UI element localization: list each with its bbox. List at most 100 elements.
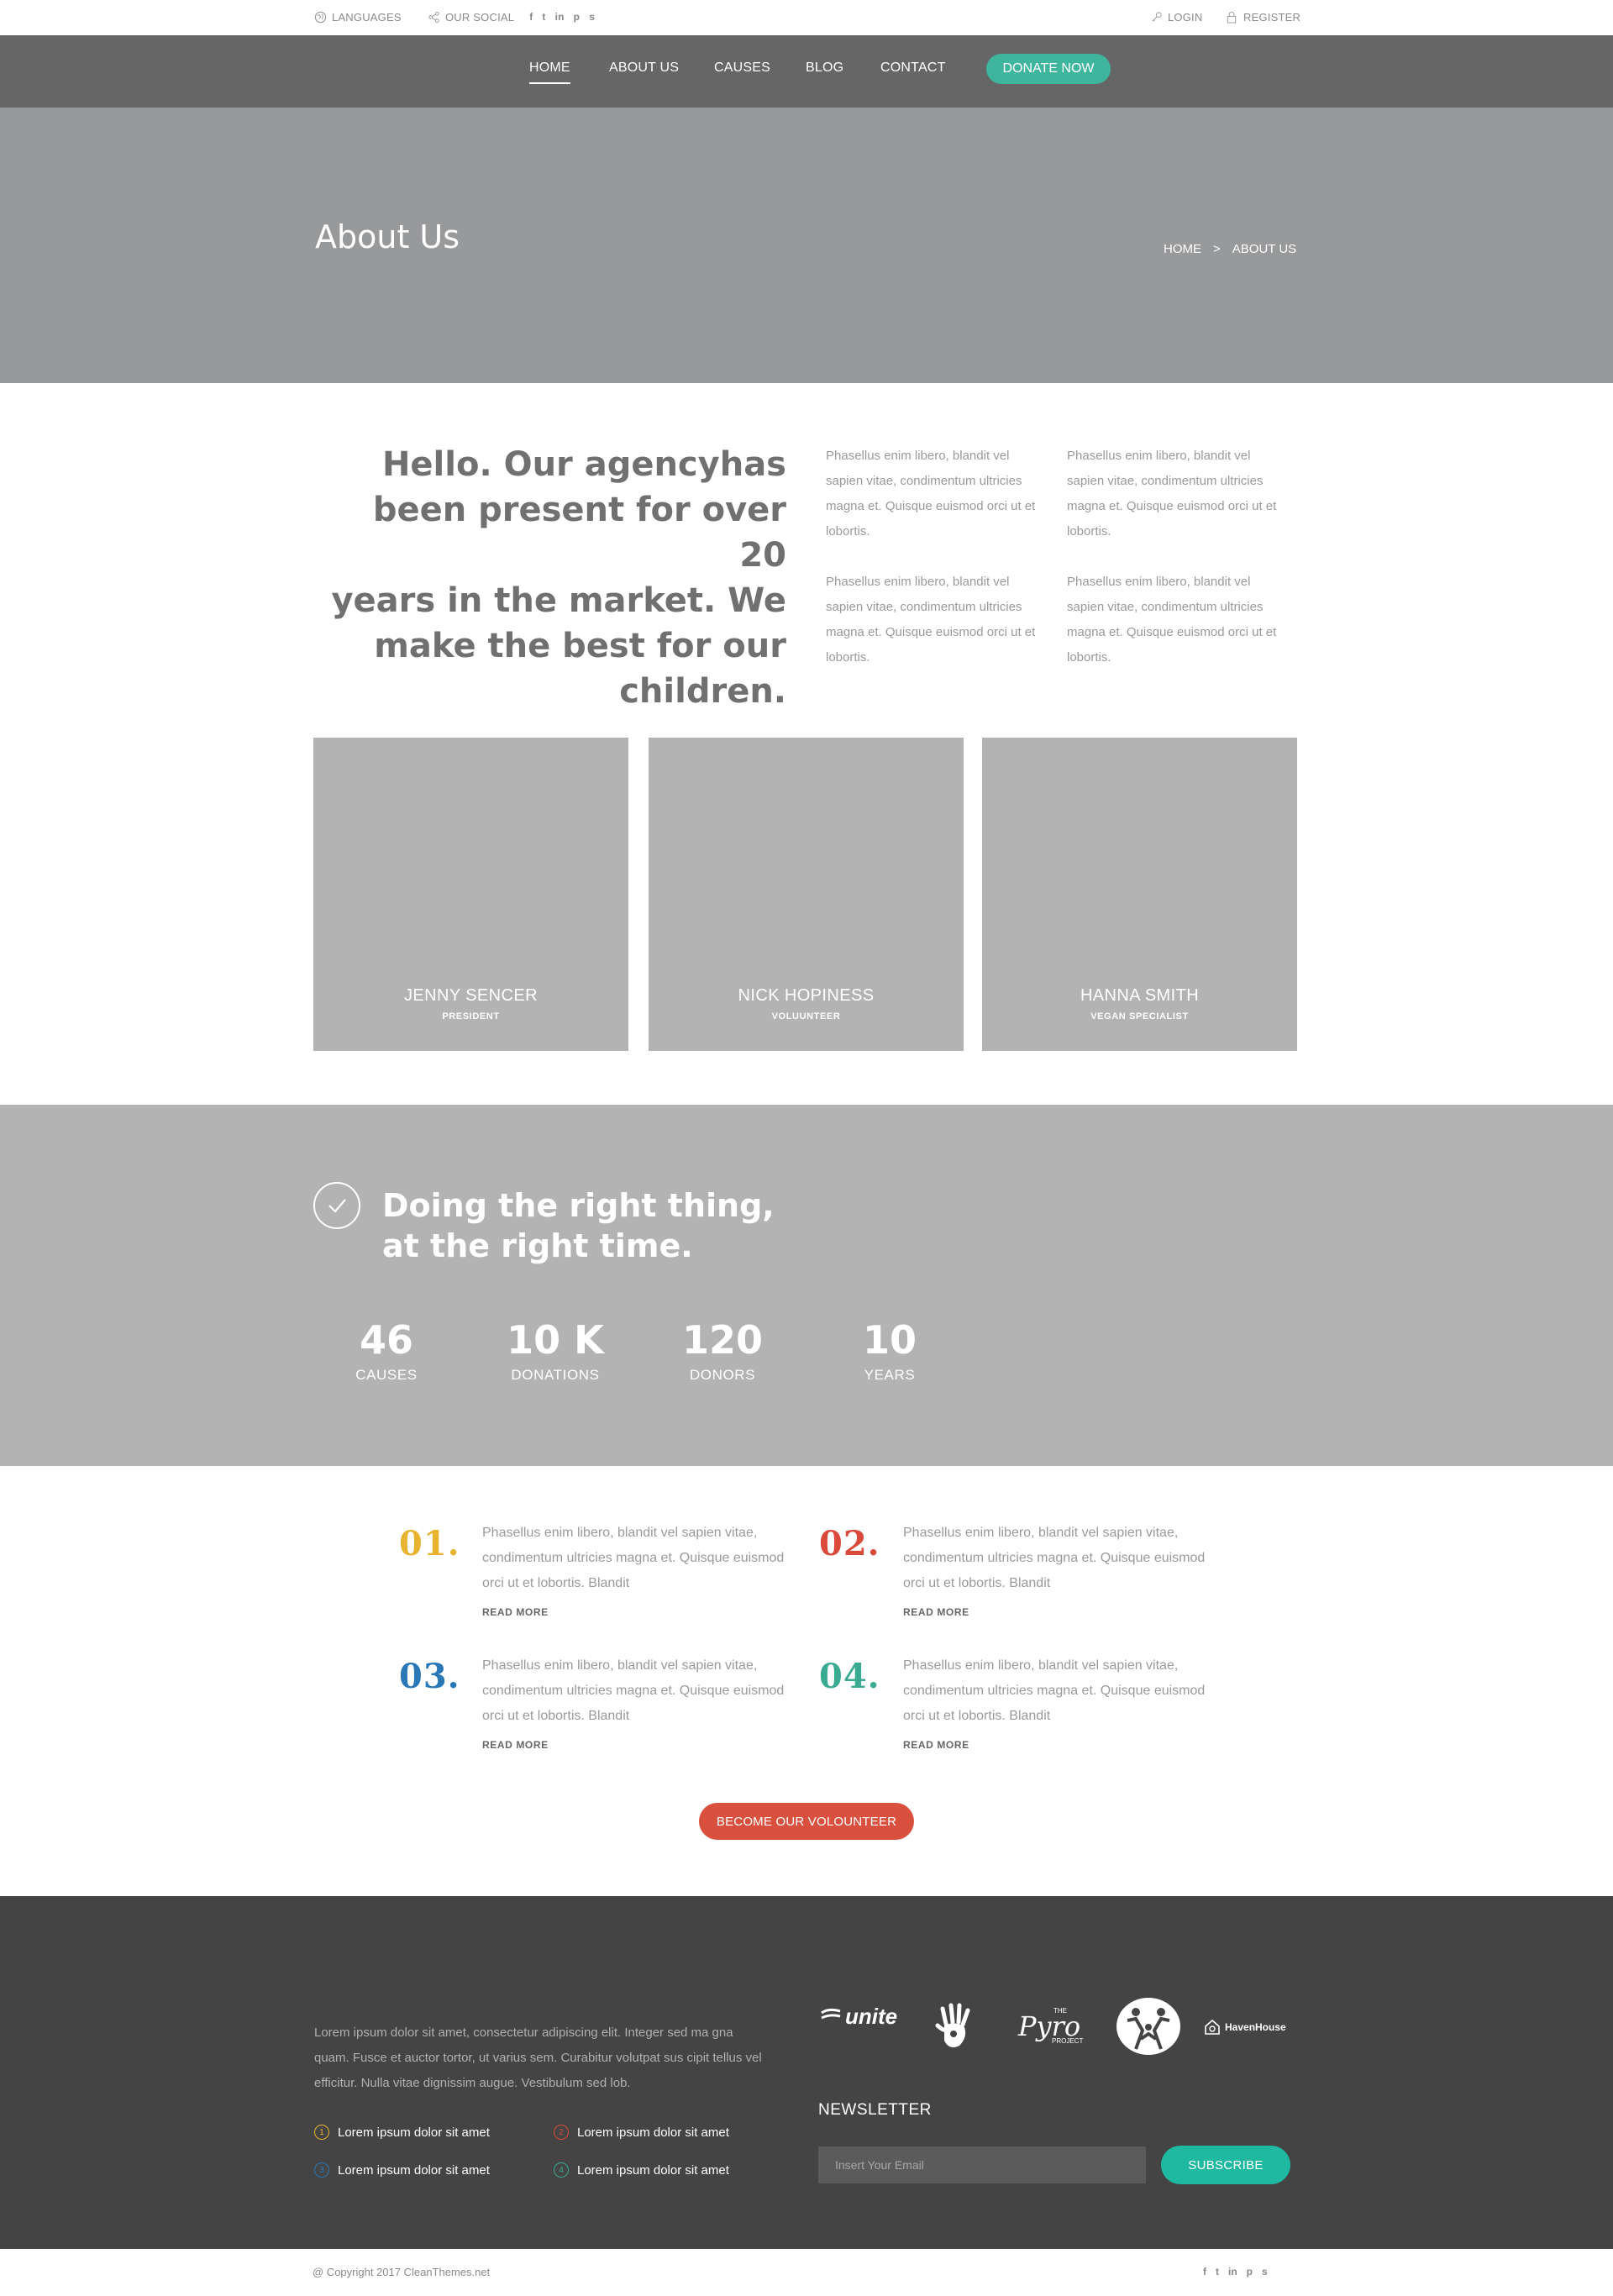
pinterest-icon[interactable]: p: [574, 11, 581, 23]
read-more-link[interactable]: READ MORE: [903, 1739, 969, 1751]
breadcrumb-separator: >: [1213, 242, 1221, 256]
donate-now-button[interactable]: DONATE NOW: [986, 54, 1111, 84]
team-member-name: NICK HOPINESS: [738, 986, 875, 1005]
footer-list-item[interactable]: 3 Lorem ipsum dolor sit amet: [314, 2162, 490, 2178]
footer-paragraph: Lorem ipsum dolor sit amet, consectetur …: [314, 2025, 762, 2090]
nav-home[interactable]: HOME: [529, 60, 570, 84]
lock-icon: [1225, 10, 1238, 24]
step-text: Phasellus enim libero, blandit vel sapie…: [903, 1526, 1206, 1590]
number-circle-icon: 1: [314, 2125, 329, 2140]
step-number: 03.: [399, 1657, 460, 1696]
footer-list-item[interactable]: 2 Lorem ipsum dolor sit amet: [554, 2125, 729, 2140]
register-link[interactable]: REGISTER: [1225, 10, 1300, 24]
newsletter-heading: NEWSLETTER: [818, 2101, 932, 2119]
footer-list-item[interactable]: 4 Lorem ipsum dolor sit amet: [554, 2162, 729, 2178]
twitter-icon[interactable]: t: [542, 11, 545, 23]
step-text: Phasellus enim libero, blandit vel sapie…: [903, 1658, 1206, 1723]
stat-label: DONORS: [689, 1367, 756, 1383]
login-link[interactable]: LOGIN: [1149, 10, 1202, 24]
havenhouse-logo: HavenHouse: [1204, 2019, 1286, 2036]
intro-heading-line: Hello. Our agencyhas: [381, 445, 786, 484]
languages-link[interactable]: LANGUAGES: [313, 10, 402, 24]
unite-logo-text: unite: [845, 2004, 898, 2029]
stat-item: 120 DONORS: [659, 1318, 785, 1384]
top-utility-bar: LANGUAGES OUR SOCIAL f t in p s LOGIN RE…: [0, 0, 1613, 35]
footer-list-text: Lorem ipsum dolor sit amet: [338, 2162, 490, 2178]
stat-label: DONATIONS: [511, 1367, 600, 1383]
linkedin-icon[interactable]: in: [555, 11, 565, 23]
step-text: Phasellus enim libero, blandit vel sapie…: [482, 1526, 785, 1590]
register-label: REGISTER: [1243, 10, 1301, 24]
step-number: 04.: [819, 1657, 880, 1696]
facebook-icon[interactable]: f: [1203, 2266, 1206, 2278]
read-more-link[interactable]: READ MORE: [482, 1606, 549, 1618]
team-member-role: VOLUUNTEER: [771, 1011, 841, 1022]
footer: Lorem ipsum dolor sit amet, consectetur …: [0, 1896, 1613, 2249]
stats-heading-line: Doing the right thing,: [382, 1187, 775, 1224]
stats-heading-line: at the right time.: [382, 1227, 693, 1264]
nav-contact[interactable]: CONTACT: [880, 60, 946, 76]
languages-label: LANGUAGES: [332, 10, 402, 24]
pyro-project-logo: THE Pyro PROJECT: [1013, 2004, 1090, 2051]
team-card[interactable]: HANNA SMITH VEGAN SPECIALIST: [982, 738, 1297, 1051]
intro-heading-line: children.: [619, 672, 786, 711]
bottom-bar: @ Copyright 2017 CleanThemes.net f t in …: [0, 2249, 1613, 2296]
intro-paragraph: Phasellus enim libero, blandit vel sapie…: [826, 449, 1036, 539]
copyright-text: @ Copyright 2017 CleanThemes.net: [313, 2266, 491, 2278]
breadcrumb: HOME > ABOUT US: [1164, 242, 1296, 256]
facebook-icon[interactable]: f: [529, 11, 533, 23]
social-group: OUR SOCIAL f t in p s: [427, 10, 595, 24]
nav-causes[interactable]: CAUSES: [714, 60, 770, 76]
linkedin-icon[interactable]: in: [1228, 2266, 1237, 2278]
login-label: LOGIN: [1168, 10, 1203, 24]
breadcrumb-home[interactable]: HOME: [1164, 242, 1201, 256]
family-circle-logo: [1116, 1997, 1181, 2060]
page-title: About Us: [315, 218, 460, 255]
intro-paragraph: Phasellus enim libero, blandit vel sapie…: [1067, 575, 1277, 665]
skype-icon[interactable]: s: [1262, 2266, 1268, 2278]
number-circle-icon: 2: [554, 2125, 569, 2140]
intro-heading-line: been present for over 20: [372, 491, 786, 575]
stats-heading: Doing the right thing, at the right time…: [382, 1185, 853, 1266]
globe-icon: [313, 10, 327, 24]
twitter-icon[interactable]: t: [1216, 2266, 1219, 2278]
team-member-role: PRESIDENT: [442, 1011, 500, 1022]
nav-about-us[interactable]: ABOUT US: [609, 60, 679, 76]
social-label: OUR SOCIAL: [445, 10, 515, 24]
newsletter-email-input[interactable]: [818, 2146, 1146, 2183]
footer-list-item[interactable]: 1 Lorem ipsum dolor sit amet: [314, 2125, 490, 2140]
intro-heading-line: years in the market. We: [331, 581, 786, 620]
number-circle-icon: 4: [554, 2162, 569, 2178]
step-text: Phasellus enim libero, blandit vel sapie…: [482, 1658, 785, 1723]
pinterest-icon[interactable]: p: [1247, 2266, 1253, 2278]
skype-icon[interactable]: s: [589, 11, 595, 23]
key-icon: [1149, 10, 1163, 24]
footer-list-text: Lorem ipsum dolor sit amet: [577, 2162, 729, 2178]
pyro-project: PROJECT: [1052, 2037, 1084, 2045]
team-card[interactable]: JENNY SENCER PRESIDENT: [313, 738, 628, 1051]
breadcrumb-current: ABOUT US: [1232, 242, 1297, 256]
read-more-link[interactable]: READ MORE: [903, 1606, 969, 1618]
subscribe-button[interactable]: SUBSCRIBE: [1161, 2146, 1290, 2184]
number-circle-icon: 3: [314, 2162, 329, 2178]
stat-number: 46: [359, 1317, 413, 1363]
stat-item: 46 CAUSES: [323, 1318, 449, 1384]
intro-heading-line: make the best for our: [374, 627, 786, 665]
stat-item: 10 YEARS: [827, 1318, 953, 1384]
footer-list-text: Lorem ipsum dolor sit amet: [338, 2125, 490, 2140]
team-card[interactable]: NICK HOPINESS VOLUUNTEER: [649, 738, 964, 1051]
team-member-name: JENNY SENCER: [404, 986, 538, 1005]
team-member-name: HANNA SMITH: [1080, 986, 1200, 1005]
footer-list-text: Lorem ipsum dolor sit amet: [577, 2125, 729, 2140]
stat-number: 10 K: [507, 1317, 604, 1363]
nav-blog[interactable]: BLOG: [806, 60, 843, 76]
read-more-link[interactable]: READ MORE: [482, 1739, 549, 1751]
become-volunteer-button[interactable]: BECOME OUR VOLOUNTEER: [699, 1803, 914, 1840]
share-icon: [427, 10, 440, 24]
team-member-role: VEGAN SPECIALIST: [1090, 1011, 1189, 1022]
stat-number: 10: [862, 1317, 917, 1363]
stats-section: Doing the right thing, at the right time…: [0, 1105, 1613, 1466]
stat-label: CAUSES: [355, 1367, 418, 1383]
unite-logo: unite: [820, 2004, 897, 2030]
havenhouse-logo-text: HavenHouse: [1225, 2021, 1286, 2033]
